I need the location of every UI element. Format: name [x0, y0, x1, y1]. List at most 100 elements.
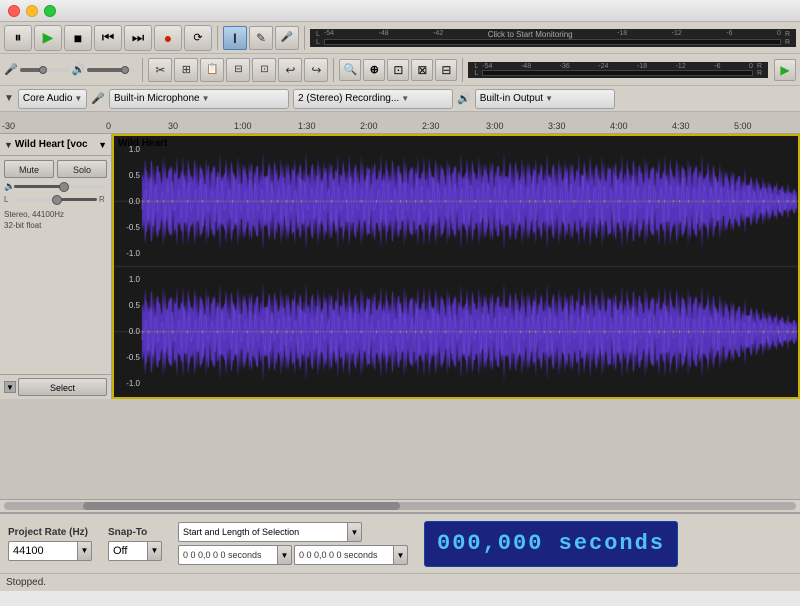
pencil-tool-button[interactable]: ✎: [249, 26, 273, 50]
track-collapse-icon[interactable]: ▼: [4, 140, 13, 150]
monitor-label[interactable]: Click to Start Monitoring: [488, 30, 573, 39]
zoom-sel-icon: ⊠: [417, 63, 427, 77]
track-info: Stereo, 44100Hz 32-bit float: [4, 207, 107, 233]
mic-tool-button[interactable]: 🎤: [275, 26, 299, 50]
transport-toolbar: ⏸ ▶ ■ ⏮ ⏭ ● ⟳ I: [0, 22, 800, 54]
next-icon: ⏭: [132, 29, 145, 46]
input-device-select[interactable]: Built-in Microphone ▼: [109, 89, 289, 109]
copy-button[interactable]: ⊞: [174, 58, 198, 82]
audio-host-arrow: ▼: [74, 94, 82, 103]
volume-slider[interactable]: [14, 185, 107, 188]
mute-solo-row: Mute Solo: [4, 160, 107, 178]
waveform-wrapper: ▼ Wild Heart [voc ▼ Mute Solo 🔈 L: [0, 134, 800, 399]
speaker-output-icon: 🔊: [457, 92, 471, 105]
track-select-button[interactable]: Select: [18, 378, 107, 396]
scissors-button[interactable]: ✂: [148, 58, 172, 82]
mic-small-icon: 🎤: [4, 63, 18, 76]
scrollbar-thumb[interactable]: [83, 502, 400, 510]
project-rate-input[interactable]: 44100: [8, 541, 78, 561]
play-button[interactable]: ▶: [34, 25, 62, 51]
tools-group1: I ✎ 🎤: [223, 26, 299, 50]
output-device-select[interactable]: Built-in Output ▼: [475, 89, 615, 109]
zoom-reset-button[interactable]: ⊟: [435, 59, 457, 81]
silence-button[interactable]: ⊡: [252, 58, 276, 82]
pan-knob[interactable]: [52, 195, 62, 205]
recording-mode-select[interactable]: 2 (Stereo) Recording... ▼: [293, 89, 453, 109]
timeline-ruler[interactable]: -30 0 30 1:00 1:30 2:00 2:30 3:00 3:30 4…: [0, 112, 800, 134]
sel-end-arrow[interactable]: ▼: [394, 545, 408, 565]
big-time-display: 000,000 seconds: [424, 521, 678, 567]
track-menu-icon[interactable]: ▼: [98, 140, 107, 150]
waveform-track-title: Wild Heart: [118, 138, 167, 149]
input-collapse-icon[interactable]: ▼: [4, 93, 14, 104]
selection-section: Start and Length of Selection ▼ 0 0 0,0 …: [178, 522, 408, 565]
audio-host-select[interactable]: Core Audio ▼: [18, 89, 87, 109]
sel-end-input[interactable]: 0 0 0,0 0 0 seconds: [294, 545, 394, 565]
snap-to-arrow[interactable]: ▼: [148, 541, 162, 561]
play-region-icon: ▶: [780, 63, 789, 77]
sep2: [304, 26, 305, 50]
toolbar-area: ⏸ ▶ ■ ⏮ ⏭ ● ⟳ I: [0, 22, 800, 112]
loop-button[interactable]: ⟳: [184, 25, 212, 51]
minimize-button[interactable]: [26, 5, 38, 17]
mute-button[interactable]: Mute: [4, 160, 54, 178]
zoom-fit-button[interactable]: ⊡: [387, 59, 409, 81]
output-device-arrow: ▼: [545, 94, 553, 103]
meter-scale-neg12: -12: [672, 30, 682, 39]
ruler-200: 2:00: [360, 121, 378, 131]
ruler-230: 2:30: [422, 121, 440, 131]
empty-area: [0, 399, 800, 499]
audio-host-label: Core Audio: [23, 93, 72, 104]
zoom-in-button[interactable]: ⊕: [363, 59, 385, 81]
selection-mode-label[interactable]: Start and Length of Selection: [178, 522, 348, 542]
snap-off-input[interactable]: Off: [108, 541, 148, 561]
waveform-display[interactable]: Wild Heart 1.0 0.5 0.0 -0.5 -1.0 1.0 0.5…: [112, 134, 800, 399]
pan-row: L R: [4, 195, 107, 204]
paste-button[interactable]: 📋: [200, 58, 224, 82]
ruler-430: 4:30: [672, 121, 690, 131]
sel-start-input[interactable]: 0 0 0,0 0 0 seconds: [178, 545, 278, 565]
volume-knob[interactable]: [59, 182, 69, 192]
snap-to-wrap: Off ▼: [108, 541, 162, 561]
selection-mode-arrow[interactable]: ▼: [348, 522, 362, 542]
maximize-button[interactable]: [44, 5, 56, 17]
ruler-330: 3:30: [548, 121, 566, 131]
record-button[interactable]: ●: [154, 25, 182, 51]
pan-label: L: [4, 195, 12, 204]
prev-button[interactable]: ⏮: [94, 25, 122, 51]
pan-slider[interactable]: [14, 198, 97, 201]
next-button[interactable]: ⏭: [124, 25, 152, 51]
track-controls: Mute Solo 🔈 L R Stereo, 44100Hz 32-bit f…: [0, 156, 111, 237]
zoom-out-icon: 🔍: [344, 63, 358, 76]
waveform-canvas[interactable]: [114, 136, 798, 397]
speaker-icon: 🔊: [72, 63, 86, 76]
project-rate-section: Project Rate (Hz) 44100 ▼: [8, 527, 92, 561]
play-region-button[interactable]: ▶: [774, 59, 796, 81]
zoom-out-button[interactable]: 🔍: [339, 59, 361, 81]
track-collapse-button[interactable]: ▼: [4, 381, 16, 393]
trim-button[interactable]: ⊟: [226, 58, 250, 82]
mic-vol-group: 🎤 🔊: [4, 63, 137, 76]
pause-button[interactable]: ⏸: [4, 25, 32, 51]
redo-button[interactable]: ↪: [304, 58, 328, 82]
project-rate-arrow[interactable]: ▼: [78, 541, 92, 561]
meter-scale-neg54: -54: [324, 30, 334, 39]
select-tool-button[interactable]: I: [223, 26, 247, 50]
zoom-sel-button[interactable]: ⊠: [411, 59, 433, 81]
meter-scale-neg48: -48: [379, 30, 389, 39]
undo-button[interactable]: ↩: [278, 58, 302, 82]
scrollbar-track[interactable]: [4, 502, 796, 510]
solo-button[interactable]: Solo: [57, 160, 107, 178]
pause-icon: ⏸: [15, 29, 22, 46]
horizontal-scrollbar[interactable]: [0, 499, 800, 513]
sel-start-arrow[interactable]: ▼: [278, 545, 292, 565]
close-button[interactable]: [8, 5, 20, 17]
stop-button[interactable]: ■: [64, 25, 92, 51]
meter-scale-neg6: -6: [726, 30, 732, 39]
sel-end-wrap: 0 0 0,0 0 0 seconds ▼: [294, 545, 408, 565]
recording-mode-arrow: ▼: [401, 94, 409, 103]
copy-icon: ⊞: [182, 63, 191, 76]
input-device-arrow: ▼: [202, 94, 210, 103]
meter-scale-0: 0: [777, 30, 781, 39]
vol-icon: 🔈: [4, 181, 12, 192]
